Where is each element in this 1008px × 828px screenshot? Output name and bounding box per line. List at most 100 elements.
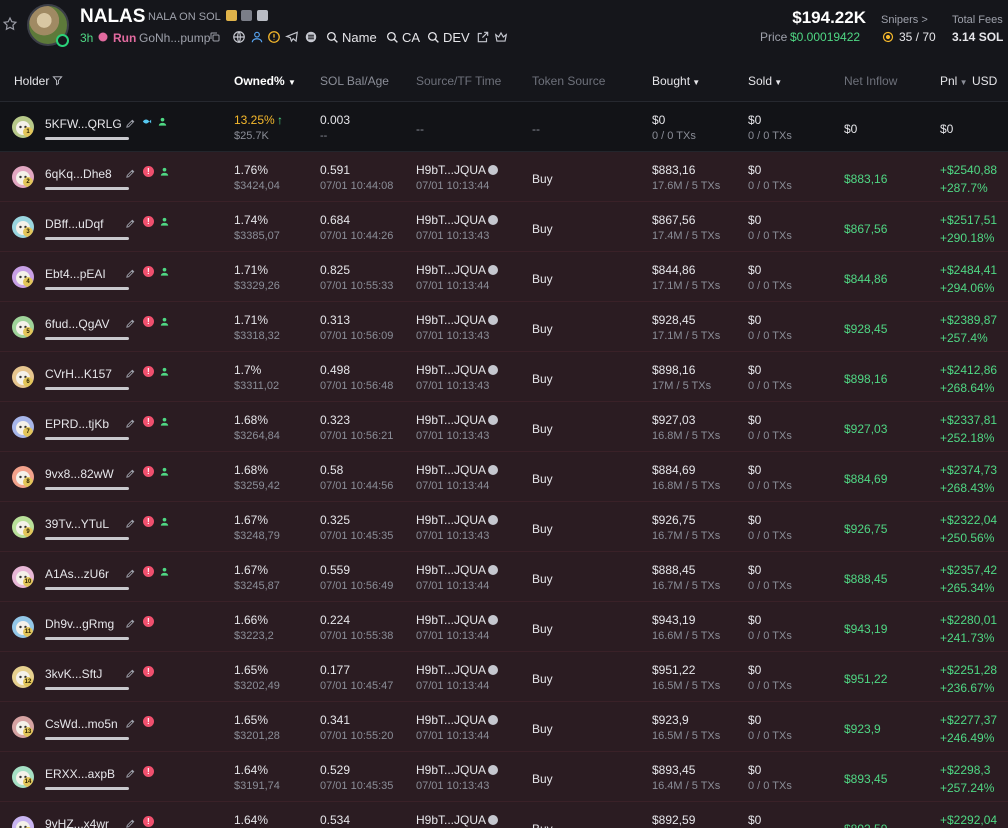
- edit-icon[interactable]: [125, 418, 136, 429]
- table-row[interactable]: 8 9vx8...82wW ! 1.68% $3259,42 0.58 07/0…: [0, 452, 1008, 502]
- edit-icon[interactable]: [125, 718, 136, 729]
- edit-icon[interactable]: [125, 518, 136, 529]
- sol-balance: 0.529: [320, 763, 351, 777]
- table-row[interactable]: 15 9yHZ...x4wr ! 1.64% 0.534 H9bT...JQUA…: [0, 802, 1008, 828]
- edit-icon[interactable]: [125, 118, 136, 129]
- pnl-amount: +$2517,51: [940, 213, 998, 227]
- funding-source-wrap[interactable]: H9bT...JQUA: [416, 313, 499, 327]
- table-row[interactable]: 5 6fud...QgAV ! 1.71% $3318,32 0.313 07/…: [0, 302, 1008, 352]
- funding-source-wrap[interactable]: H9bT...JQUA: [416, 363, 499, 377]
- owned-percent: 1.64%: [234, 813, 269, 827]
- table-row[interactable]: 10 A1As...zU6r ! 1.67% $3245,87 0.559 07…: [0, 552, 1008, 602]
- col-sol-bal[interactable]: SOL Bal/Age: [320, 74, 389, 88]
- funding-source-wrap[interactable]: H9bT...JQUA: [416, 213, 499, 227]
- table-row[interactable]: 4 Ebt4...pEAI ! 1.71% $3329,26 0.825 07/…: [0, 252, 1008, 302]
- funding-source-wrap[interactable]: H9bT...JQUA: [416, 463, 499, 477]
- edit-icon[interactable]: [125, 768, 136, 779]
- search-ca-link[interactable]: CA: [386, 30, 420, 45]
- holder-address[interactable]: CsWd...mo5n: [45, 717, 118, 731]
- table-row[interactable]: 1 5KFW...QRLG 13.25% ↑ $25.7K 0.003 -- -…: [0, 102, 1008, 152]
- edit-icon[interactable]: [125, 668, 136, 679]
- holder-address[interactable]: A1As...zU6r: [45, 567, 109, 581]
- filter-icon[interactable]: [52, 75, 63, 86]
- holder-address[interactable]: ERXX...axpB: [45, 767, 115, 781]
- funding-source-wrap[interactable]: H9bT...JQUA: [416, 263, 499, 277]
- col-net-inflow[interactable]: Net Inflow: [844, 74, 897, 88]
- holder-address[interactable]: 6fud...QgAV: [45, 317, 109, 331]
- holder-address[interactable]: 9vx8...82wW: [45, 467, 114, 481]
- globe-icon[interactable]: [232, 30, 246, 44]
- col-sold[interactable]: Sold ▼: [748, 74, 782, 88]
- search-dev-link[interactable]: DEV: [427, 30, 470, 45]
- alert-icon[interactable]: [267, 30, 281, 44]
- search-name-label: Name: [342, 30, 377, 45]
- holder-address[interactable]: CVrH...K157: [45, 367, 112, 381]
- funding-source-wrap[interactable]: H9bT...JQUA: [416, 613, 499, 627]
- funding-source-wrap[interactable]: H9bT...JQUA: [416, 413, 499, 427]
- edit-icon[interactable]: [125, 168, 136, 179]
- owned-percent: 1.71%: [234, 313, 269, 327]
- table-row[interactable]: 13 CsWd...mo5n ! 1.65% $3201,28 0.341 07…: [0, 702, 1008, 752]
- menu-circle-icon[interactable]: [304, 30, 318, 44]
- funding-source-wrap[interactable]: H9bT...JQUA: [416, 163, 499, 177]
- col-owned[interactable]: Owned% ▼: [234, 74, 296, 88]
- warning-icon: !: [142, 516, 154, 527]
- table-row[interactable]: 3 DBff...uDqf ! 1.74% $3385,07 0.684 07/…: [0, 202, 1008, 252]
- owned-usd: $3248,79: [234, 530, 280, 542]
- copy-icon[interactable]: [209, 31, 221, 43]
- snipers-label[interactable]: Snipers >: [881, 14, 928, 26]
- holding-bar: [45, 337, 129, 340]
- funding-source-wrap[interactable]: H9bT...JQUA: [416, 713, 499, 727]
- edit-icon[interactable]: [125, 368, 136, 379]
- holder-address[interactable]: 39Tv...YTuL: [45, 517, 109, 531]
- source-icon: [488, 265, 499, 275]
- sold-amount: $0: [748, 413, 762, 427]
- edit-icon[interactable]: [125, 268, 136, 279]
- holder-address[interactable]: 6qKq...Dhe8: [45, 167, 112, 181]
- search-name-link[interactable]: Name: [326, 30, 377, 45]
- edit-icon[interactable]: [125, 568, 136, 579]
- holder-address[interactable]: EPRD...tjKb: [45, 417, 109, 431]
- col-source[interactable]: Source/TF Time: [416, 74, 501, 88]
- holder-address[interactable]: 9yHZ...x4wr: [45, 817, 109, 828]
- market-cap: $194.22K: [792, 8, 866, 27]
- holder-address[interactable]: 3kvK...SftJ: [45, 667, 102, 681]
- col-bought[interactable]: Bought ▼: [652, 74, 700, 88]
- first-transfer-time: 07/01 10:13:43: [416, 230, 490, 242]
- holder-rank: 7: [23, 427, 33, 437]
- edit-icon[interactable]: [125, 318, 136, 329]
- source-icon: [488, 465, 499, 475]
- bought-amount: $927,03: [652, 413, 696, 427]
- funding-source-wrap[interactable]: H9bT...JQUA: [416, 763, 499, 777]
- table-row[interactable]: 2 6qKq...Dhe8 ! 1.76% $3424,04 0.591 07/…: [0, 152, 1008, 202]
- col-token-source[interactable]: Token Source: [532, 74, 605, 88]
- external-link-icon[interactable]: [476, 30, 490, 44]
- telegram-icon[interactable]: [285, 30, 299, 44]
- edit-icon[interactable]: [125, 218, 136, 229]
- table-row[interactable]: 12 3kvK...SftJ ! 1.65% $3202,49 0.177 07…: [0, 652, 1008, 702]
- currency-toggle[interactable]: USD: [972, 74, 997, 88]
- funding-source-wrap[interactable]: H9bT...JQUA: [416, 563, 499, 577]
- col-holder[interactable]: Holder: [14, 74, 63, 88]
- table-row[interactable]: 11 Dh9v...gRmg ! 1.66% $3223,2 0.224 07/…: [0, 602, 1008, 652]
- col-pnl[interactable]: Pnl ▼: [940, 74, 967, 88]
- funding-source-wrap[interactable]: H9bT...JQUA: [416, 513, 499, 527]
- edit-icon[interactable]: [125, 468, 136, 479]
- star-icon[interactable]: [2, 16, 18, 32]
- pnl-percent: +268.43%: [940, 481, 995, 495]
- contract-address[interactable]: GoNh...pump: [139, 31, 210, 45]
- funding-source-wrap[interactable]: H9bT...JQUA: [416, 663, 499, 677]
- person-icon[interactable]: [250, 30, 264, 44]
- holder-address[interactable]: 5KFW...QRLG: [45, 117, 122, 131]
- table-row[interactable]: 14 ERXX...axpB ! 1.64% $3191,74 0.529 07…: [0, 752, 1008, 802]
- table-row[interactable]: 7 EPRD...tjKb ! 1.68% $3264,84 0.323 07/…: [0, 402, 1008, 452]
- table-row[interactable]: 9 39Tv...YTuL ! 1.67% $3248,79 0.325 07/…: [0, 502, 1008, 552]
- crown-icon[interactable]: [494, 30, 508, 44]
- edit-icon[interactable]: [125, 818, 136, 828]
- table-row[interactable]: 6 CVrH...K157 ! 1.7% $3311,02 0.498 07/0…: [0, 352, 1008, 402]
- holder-address[interactable]: Ebt4...pEAI: [45, 267, 106, 281]
- holder-address[interactable]: DBff...uDqf: [45, 217, 103, 231]
- holder-address[interactable]: Dh9v...gRmg: [45, 617, 114, 631]
- edit-icon[interactable]: [125, 618, 136, 629]
- funding-source-wrap[interactable]: H9bT...JQUA: [416, 813, 499, 827]
